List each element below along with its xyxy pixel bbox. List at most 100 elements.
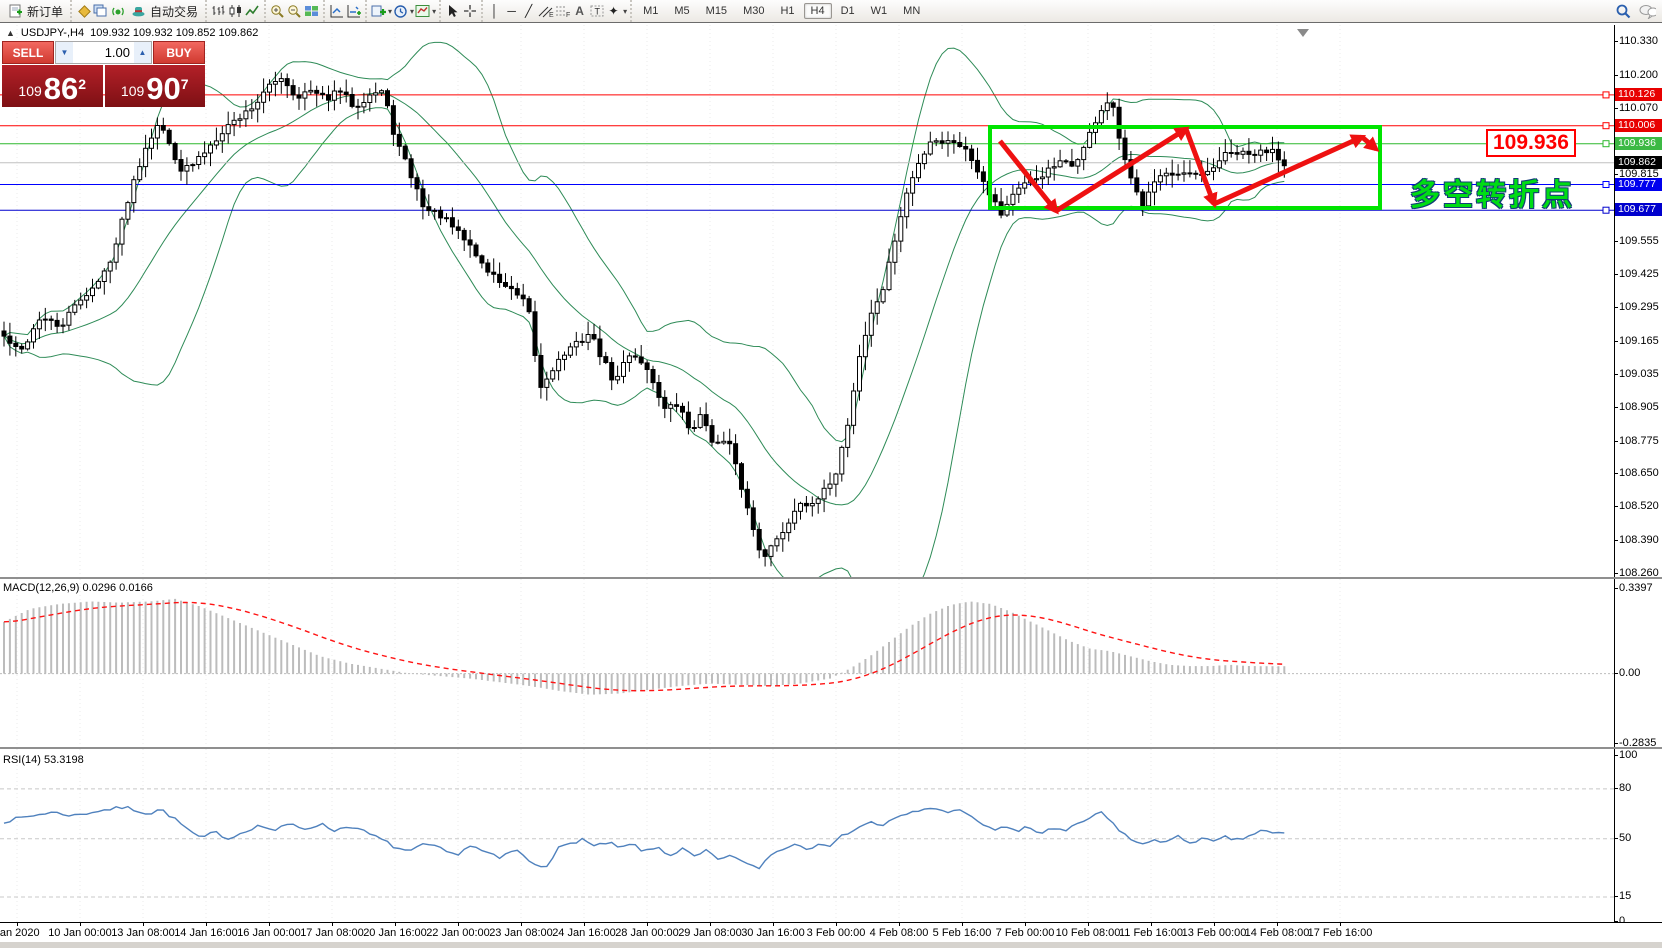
chart-window: ▲ USDJPY-,H4 109.932 109.932 109.852 109… xyxy=(0,22,1662,948)
indicator-window-add-icon[interactable] xyxy=(345,3,362,19)
timeframe-button-mn[interactable]: MN xyxy=(896,3,927,19)
timeframe-button-m5[interactable]: M5 xyxy=(667,3,696,19)
buy-price-big: 90 xyxy=(146,73,180,104)
text-label-icon[interactable]: T xyxy=(588,3,605,19)
signal-icon[interactable] xyxy=(109,3,126,19)
time-tick-mark xyxy=(647,923,648,926)
quick-panel-toggle-icon[interactable]: ▲ xyxy=(6,28,15,38)
svg-text:E: E xyxy=(549,12,554,18)
time-tick-label: 5 Feb 16:00 xyxy=(933,927,992,939)
time-tick-label: 28 Jan 00:00 xyxy=(615,927,679,939)
timeframe-button-m15[interactable]: M15 xyxy=(699,3,734,19)
bar-chart-icon[interactable] xyxy=(210,3,227,19)
cascade-windows-icon[interactable] xyxy=(92,3,109,19)
rsi-label: RSI(14) 53.3198 xyxy=(3,754,84,766)
time-tick-mark xyxy=(1214,923,1215,926)
template-dropdown-icon[interactable]: ▾ xyxy=(432,7,436,16)
time-tick-mark xyxy=(1088,923,1089,926)
crosshair-icon[interactable] xyxy=(461,3,478,19)
time-tick-mark xyxy=(710,923,711,926)
timeframe-button-h4[interactable]: H4 xyxy=(804,3,832,19)
volume-decrease-button[interactable]: ▼ xyxy=(56,42,73,63)
trendline-icon[interactable]: ╱ xyxy=(520,3,537,19)
macd-pane[interactable] xyxy=(0,579,1614,747)
horizontal-line-icon[interactable]: ─ xyxy=(503,3,520,19)
buy-price-display[interactable]: 109907 xyxy=(105,65,206,107)
price-axis-macd[interactable]: 0.33970.00-0.2835 xyxy=(1614,579,1662,747)
sell-price-big: 86 xyxy=(44,73,78,104)
timeframe-button-d1[interactable]: D1 xyxy=(834,3,862,19)
buy-button[interactable]: BUY xyxy=(153,41,205,64)
price-axis-main[interactable]: 110.330110.200110.070109.815109.555109.4… xyxy=(1614,25,1662,577)
fibonacci-icon[interactable]: F xyxy=(554,3,571,19)
cursor-icon[interactable] xyxy=(444,3,461,19)
time-tick-label: 14 Feb 08:00 xyxy=(1245,927,1310,939)
timeframe-button-m30[interactable]: M30 xyxy=(736,3,771,19)
time-axis[interactable]: Jan 202010 Jan 00:0013 Jan 08:0014 Jan 1… xyxy=(0,922,1662,943)
grid-lines xyxy=(17,25,1340,577)
timeframe-button-w1[interactable]: W1 xyxy=(864,3,895,19)
volume-stepper: ▼ ▲ xyxy=(55,41,152,64)
indicator-window-icon[interactable] xyxy=(328,3,345,19)
buy-price-prefix: 109 xyxy=(121,78,144,104)
price-tick-label: 110.070 xyxy=(1619,102,1658,115)
rsi-line xyxy=(4,807,1284,869)
price-tick-label: 110.200 xyxy=(1619,69,1658,82)
timeframe-button-h1[interactable]: H1 xyxy=(773,3,801,19)
timeframe-button-m1[interactable]: M1 xyxy=(636,3,665,19)
chat-icon[interactable] xyxy=(1639,3,1656,19)
rsi-levels xyxy=(0,789,1614,897)
arrows-dropdown-icon[interactable]: ▾ xyxy=(623,7,627,16)
price-tick-label: 109.295 xyxy=(1619,301,1659,314)
symbol-period-label: USDJPY-,H4 xyxy=(21,27,84,39)
volume-input[interactable] xyxy=(73,42,134,63)
tile-windows-icon[interactable] xyxy=(303,3,320,19)
cn-annotation-label[interactable]: 多空转折点 xyxy=(1410,170,1575,214)
time-tick-label: 24 Jan 16:00 xyxy=(552,927,616,939)
time-tick-mark xyxy=(1277,923,1278,926)
svg-text:T: T xyxy=(594,7,600,17)
auto-trading-label: 自动交易 xyxy=(150,3,198,20)
macd-label: MACD(12,26,9) 0.0296 0.0166 xyxy=(3,582,153,594)
macd-svg xyxy=(0,579,1614,747)
chart-shift-marker[interactable] xyxy=(1297,29,1309,37)
sell-button[interactable]: SELL xyxy=(2,41,54,64)
search-icon[interactable] xyxy=(1614,3,1631,19)
time-tick-label: 30 Jan 16:00 xyxy=(741,927,805,939)
price-level-tag: 110.006 xyxy=(1615,119,1662,132)
equidistant-channel-icon[interactable]: E xyxy=(537,3,554,19)
sell-price-display[interactable]: 109862 xyxy=(2,65,103,107)
zoom-in-icon[interactable] xyxy=(269,3,286,19)
volume-increase-button[interactable]: ▲ xyxy=(134,42,151,63)
time-tick-label: 10 Jan 00:00 xyxy=(48,927,112,939)
toolbar: 新订单 自动交易 xyxy=(0,0,1662,23)
timeframe-buttons: M1M5M15M30H1H4D1W1MN xyxy=(630,0,931,22)
period-icon[interactable] xyxy=(392,3,409,19)
price-level-tag: 109.777 xyxy=(1615,178,1662,191)
price-level-tag: 109.862 xyxy=(1615,156,1662,169)
vertical-line-icon[interactable]: │ xyxy=(486,3,503,19)
line-chart-icon[interactable] xyxy=(244,3,261,19)
auto-trading-button[interactable]: 自动交易 xyxy=(126,2,202,21)
time-tick-label: 23 Jan 08:00 xyxy=(489,927,553,939)
time-tick-label: 14 Jan 16:00 xyxy=(174,927,238,939)
candlestick-chart-icon[interactable] xyxy=(227,3,244,19)
macd-tick-label: 0.00 xyxy=(1619,667,1640,680)
text-icon[interactable]: A xyxy=(571,3,588,19)
template-icon[interactable] xyxy=(414,3,431,19)
arrows-tool-icon[interactable]: ✦ xyxy=(605,3,622,19)
rsi-tick-label: 80 xyxy=(1619,782,1631,795)
rsi-pane[interactable] xyxy=(0,749,1614,922)
time-tick-mark xyxy=(1025,923,1026,926)
profile-icon[interactable] xyxy=(75,3,92,19)
price-axis-rsi[interactable]: 1008050150 xyxy=(1614,749,1662,922)
price-callout-label[interactable]: 109.936 xyxy=(1486,129,1576,157)
time-tick-mark xyxy=(773,923,774,926)
main-price-pane[interactable] xyxy=(0,25,1614,577)
price-tick-label: 110.330 xyxy=(1619,35,1658,48)
time-tick-label: 20 Jan 16:00 xyxy=(363,927,427,939)
zoom-out-icon[interactable] xyxy=(286,3,303,19)
add-object-icon[interactable] xyxy=(370,3,387,19)
new-order-button[interactable]: 新订单 xyxy=(3,2,67,21)
trend-arrows[interactable] xyxy=(1000,129,1376,211)
